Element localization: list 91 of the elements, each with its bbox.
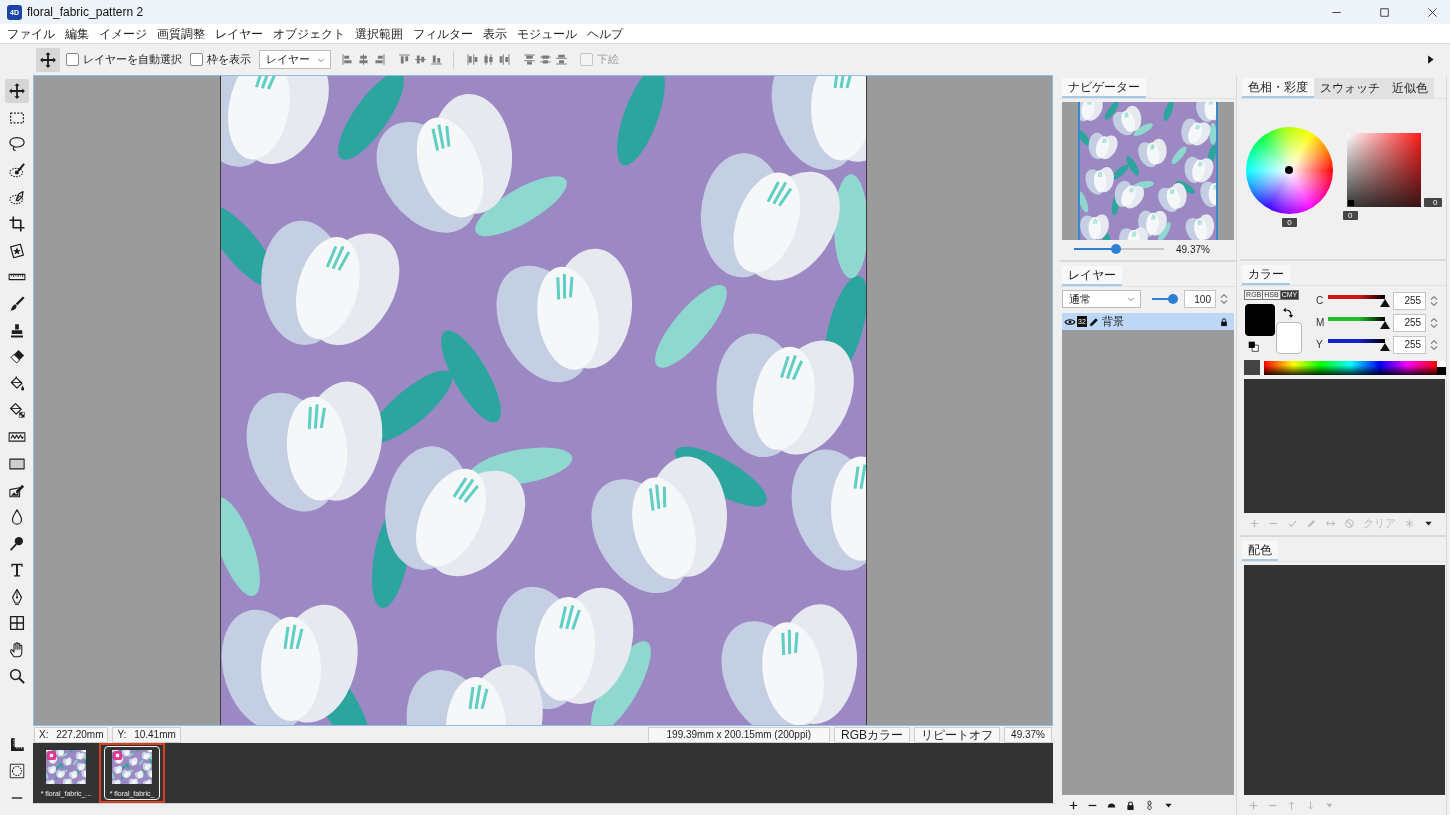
layer-name: 背景 xyxy=(1101,314,1124,329)
circle-on-stick-icon[interactable] xyxy=(7,534,26,553)
zoom-readout: 49.37% xyxy=(1004,726,1052,743)
color-picker-tab[interactable]: 近似色 xyxy=(1386,78,1435,98)
close-icon[interactable] xyxy=(1427,6,1438,18)
maximize-icon[interactable] xyxy=(1379,6,1390,18)
align-bottom-icon[interactable] xyxy=(430,53,443,66)
square-marker-icon[interactable] xyxy=(1348,200,1355,206)
pattern-bucket-icon[interactable] xyxy=(7,401,26,420)
wheel-readout: 0 xyxy=(1282,218,1297,227)
star-frame-icon[interactable] xyxy=(7,241,26,260)
background-color-swatch[interactable] xyxy=(1276,322,1303,354)
caret-right-icon[interactable] xyxy=(1425,54,1436,65)
navigator-preview[interactable] xyxy=(1062,102,1235,240)
foreground-color-swatch[interactable] xyxy=(1245,304,1276,336)
menu-item[interactable]: レイヤー xyxy=(210,25,268,42)
chevron-down-icon xyxy=(1126,294,1136,304)
distribute-right-icon[interactable] xyxy=(498,53,511,66)
saturation-brightness-square[interactable] xyxy=(1347,133,1422,207)
channel-label: M xyxy=(1316,317,1326,328)
swap-arrow-icon[interactable] xyxy=(1282,307,1295,319)
default-colors-icon[interactable] xyxy=(1248,341,1260,352)
chain-icon[interactable] xyxy=(1144,799,1155,811)
grid-icon[interactable] xyxy=(7,614,26,633)
navigator-tab[interactable]: ナビゲーター xyxy=(1062,78,1146,98)
document-size: 199.39mm x 200.15mm (200ppi) xyxy=(647,726,831,743)
add-icon[interactable] xyxy=(1068,799,1079,811)
menu-item[interactable]: モジュール xyxy=(512,25,582,42)
channel-label: C xyxy=(1316,295,1325,306)
zoom-readout: 49.37% xyxy=(1176,243,1210,255)
distribute-middle-icon[interactable] xyxy=(539,53,552,66)
lock-icon[interactable] xyxy=(1125,799,1136,811)
search-icon[interactable] xyxy=(7,667,26,686)
menu-item[interactable]: ファイル xyxy=(2,25,60,42)
distribute-bottom-icon[interactable] xyxy=(555,53,568,66)
align-left-icon[interactable] xyxy=(341,53,354,66)
target-dropdown[interactable]: レイヤー xyxy=(259,50,331,69)
show-bounds-label[interactable]: 枠を表示 xyxy=(207,52,251,67)
channel-value-field[interactable]: 255 xyxy=(1393,313,1427,332)
square-y-readout: 0 xyxy=(1424,198,1442,207)
menu-item[interactable]: 選択範囲 xyxy=(350,25,408,42)
opacity-slider[interactable] xyxy=(1152,294,1178,304)
crop-icon[interactable] xyxy=(7,215,26,234)
checkbox[interactable] xyxy=(190,53,203,66)
recent-color-swatch[interactable] xyxy=(1244,360,1261,375)
cursor-x-readout: X: 227.20mm xyxy=(34,726,109,743)
color-tab[interactable]: カラー xyxy=(1242,265,1291,285)
checkbox[interactable] xyxy=(66,53,79,66)
menu-item[interactable]: フィルター xyxy=(408,25,478,42)
lasso-icon[interactable] xyxy=(7,135,26,154)
channel-label: Y xyxy=(1316,339,1324,350)
badge-icon xyxy=(113,751,122,760)
distribute-left-icon[interactable] xyxy=(466,53,479,66)
menu-item[interactable]: 画質調整 xyxy=(152,25,210,42)
zoom-slider[interactable] xyxy=(1074,244,1164,254)
repeat-button[interactable]: リピートオフ xyxy=(914,726,1001,743)
slider-thumb[interactable] xyxy=(1167,294,1178,304)
menu-item[interactable]: 編集 xyxy=(60,25,94,42)
menu-item[interactable]: イメージ xyxy=(94,25,152,42)
color-picker-tab[interactable]: 色相・彩度 xyxy=(1242,78,1315,98)
window-title: floral_fabric_pattern 2 xyxy=(27,5,144,19)
channel-value-field[interactable]: 255 xyxy=(1393,291,1427,310)
move-icon[interactable] xyxy=(4,79,29,104)
floral-pattern-drawing xyxy=(46,750,86,784)
pen-selection-icon[interactable] xyxy=(7,188,26,207)
auto-select-label[interactable]: レイヤーを自動選択 xyxy=(83,52,182,67)
harmony-tab[interactable]: 配色 xyxy=(1242,541,1279,561)
color-spectrum[interactable] xyxy=(1264,360,1446,375)
menu-item[interactable]: オブジェクト xyxy=(268,25,350,42)
blend-mode-dropdown[interactable]: 通常 xyxy=(1062,290,1141,308)
align-center-icon[interactable] xyxy=(357,53,370,66)
opacity-field[interactable]: 100 xyxy=(1184,290,1216,308)
distribute-top-icon[interactable] xyxy=(523,53,536,66)
menu-item[interactable]: ヘルプ xyxy=(582,25,628,42)
channel-value-field[interactable]: 255 xyxy=(1393,335,1427,354)
align-right-icon[interactable] xyxy=(373,53,386,66)
hue-marker-icon[interactable] xyxy=(1285,166,1294,174)
menu-item[interactable]: 表示 xyxy=(478,25,512,42)
slider-thumb[interactable] xyxy=(1111,244,1122,254)
square-x-readout: 0 xyxy=(1343,211,1358,220)
align-middle-icon[interactable] xyxy=(414,53,427,66)
circle-selection-icon[interactable] xyxy=(7,762,26,781)
layers-tab[interactable]: レイヤー xyxy=(1062,266,1122,286)
color-picker-tab[interactable]: スウォッチ xyxy=(1314,78,1387,98)
align-top-icon[interactable] xyxy=(398,53,411,66)
color-mode-button[interactable]: RGBカラー xyxy=(834,726,911,743)
cursor-y-readout: Y: 10.41mm xyxy=(112,726,181,743)
move-icon[interactable] xyxy=(36,47,60,72)
badge-icon xyxy=(47,751,56,760)
floral-pattern-drawing xyxy=(112,750,152,784)
distribute-center-icon[interactable] xyxy=(482,53,495,66)
